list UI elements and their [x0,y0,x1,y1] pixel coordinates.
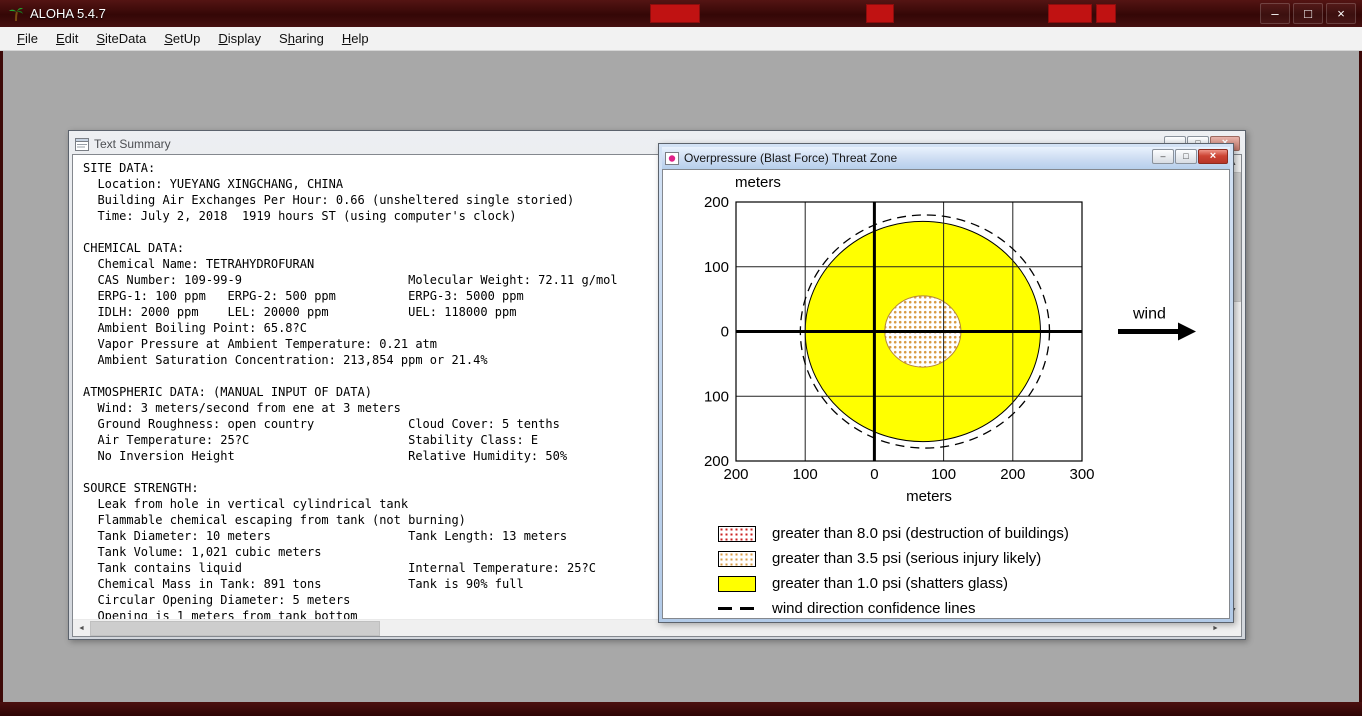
h-scroll-thumb[interactable] [90,621,380,636]
titlebar-artifact [1096,4,1116,23]
text-summary-title: Text Summary [94,137,171,151]
menu-item-help[interactable]: Help [333,28,378,49]
aloha-palm-icon [8,6,24,22]
app-titlebar[interactable]: ALOHA 5.4.7 – □ × [0,0,1362,27]
maximize-button[interactable]: □ [1293,3,1323,24]
wind-label: wind [1132,306,1166,323]
legend-swatch-dashed [718,607,756,610]
window-frame-bottom [0,702,1362,716]
close-button[interactable]: × [1198,149,1228,164]
titlebar-artifact [1048,4,1092,23]
close-button[interactable]: × [1326,3,1356,24]
menu-item-sharing[interactable]: Sharing [270,28,333,49]
legend-row: wind direction confidence lines [718,596,1229,618]
window-frame-left [0,27,3,716]
svg-text:200: 200 [704,194,729,211]
titlebar-artifact [866,4,894,23]
svg-text:100: 100 [704,259,729,276]
legend-row: greater than 3.5 psi (serious injury lik… [718,546,1229,571]
menu-bar: File Edit SiteData SetUp Display Sharing Help [0,27,1362,51]
svg-text:300: 300 [1069,466,1094,483]
menu-item-edit[interactable]: Edit [47,28,87,49]
legend-label: greater than 3.5 psi (serious injury lik… [772,550,1042,567]
legend-label: greater than 8.0 psi (destruction of bui… [772,525,1069,542]
overpressure-controls: – □ × [1152,149,1228,164]
menu-item-file[interactable]: File [8,28,47,49]
overpressure-titlebar[interactable]: Overpressure (Blast Force) Threat Zone –… [662,147,1230,169]
svg-text:100: 100 [793,466,818,483]
overpressure-content: 200 100 0 100 200 300 200 100 0 100 200 meters meter… [662,169,1230,619]
window-controls: – □ × [1260,0,1356,27]
overpressure-window: Overpressure (Blast Force) Threat Zone –… [658,143,1234,623]
threat-zone-icon [665,151,679,165]
legend-swatch-solid [718,575,756,592]
svg-text:0: 0 [870,466,878,483]
overpressure-title: Overpressure (Blast Force) Threat Zone [684,151,898,165]
svg-text:200: 200 [704,453,729,470]
menu-item-setup[interactable]: SetUp [155,28,209,49]
app-title: ALOHA 5.4.7 [30,6,106,21]
x-axis-unit-label: meters [906,488,952,505]
wind-arrow-head [1178,322,1196,341]
y-axis-unit-label: meters [735,174,781,191]
maximize-button[interactable]: □ [1175,149,1197,164]
menu-item-sitedata[interactable]: SiteData [87,28,155,49]
legend-label: wind direction confidence lines [772,600,976,617]
legend-row: greater than 8.0 psi (destruction of bui… [718,521,1229,546]
svg-text:100: 100 [704,388,729,405]
legend: greater than 8.0 psi (destruction of bui… [718,521,1229,618]
svg-text:0: 0 [721,324,729,341]
legend-swatch-dots [718,550,756,567]
svg-text:200: 200 [1000,466,1025,483]
titlebar-artifact [650,4,700,23]
menu-item-display[interactable]: Display [209,28,270,49]
svg-text:100: 100 [931,466,956,483]
minimize-button[interactable]: – [1152,149,1174,164]
legend-swatch-dots [718,525,756,542]
minimize-button[interactable]: – [1260,3,1290,24]
legend-row: greater than 1.0 psi (shatters glass) [718,571,1229,596]
text-summary-icon [75,137,89,151]
legend-label: greater than 1.0 psi (shatters glass) [772,575,1008,592]
scroll-left-button[interactable]: ◄ [73,620,90,636]
threat-zone-plot: 200 100 0 100 200 300 200 100 0 100 200 meters meter… [663,170,1229,519]
